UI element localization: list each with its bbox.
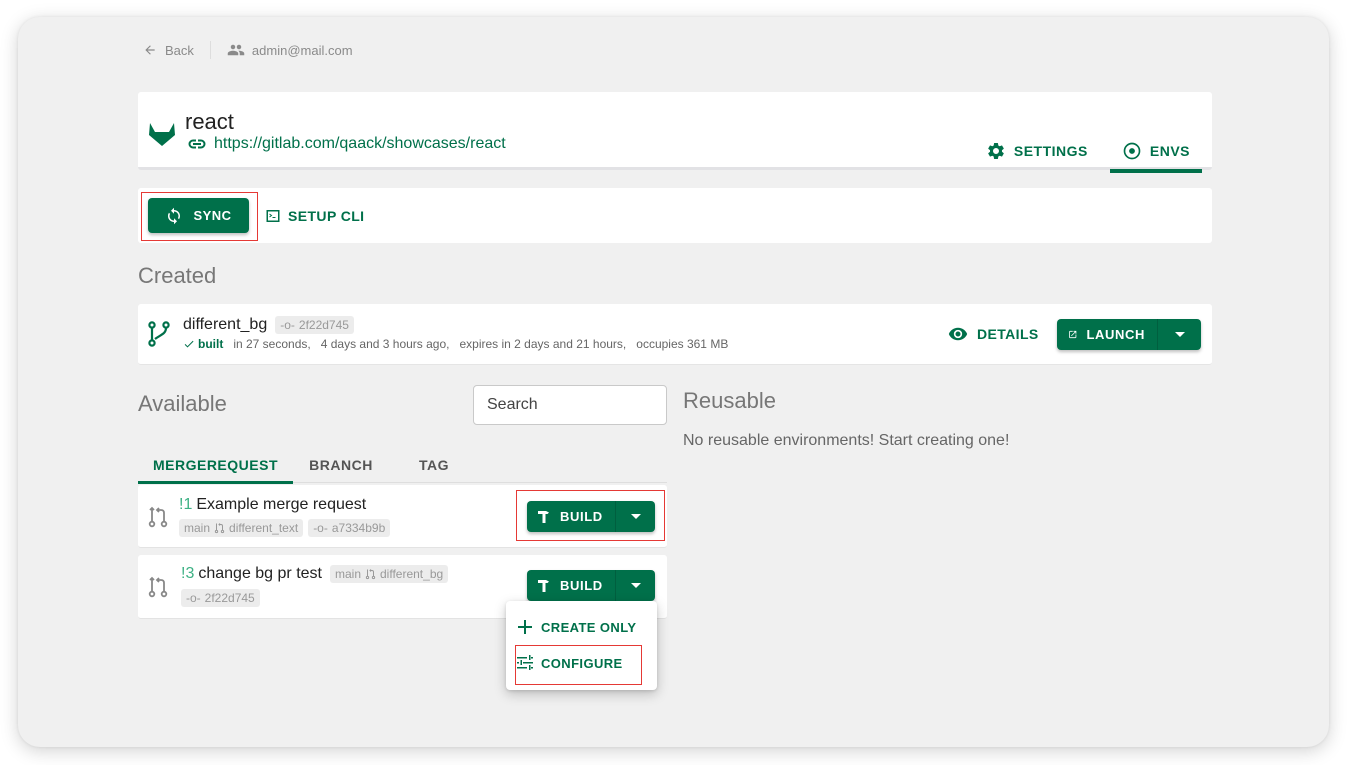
source-branch: different_bg <box>380 567 444 581</box>
mr-number: !3 <box>181 565 195 582</box>
project-name: react <box>185 109 234 134</box>
branch-chip: main different_text <box>179 519 304 537</box>
mr-title-text: Example merge request <box>196 496 367 513</box>
sync-icon <box>168 207 181 224</box>
back-button[interactable]: Back <box>143 43 194 58</box>
tab-branch[interactable]: BRANCH <box>293 447 389 483</box>
launch-split-button: LAUNCH <box>1057 319 1201 350</box>
caret-down-icon <box>630 582 641 588</box>
commit-hash: 2f22d745 <box>204 591 255 605</box>
gitlab-logo-icon <box>149 123 175 146</box>
actions-toolbar: SYNC SETUP CLI <box>138 188 1212 243</box>
gear-icon <box>988 142 1004 159</box>
menu-item-create-only[interactable]: CREATE ONLY <box>516 618 636 636</box>
build-split-button: BUILD <box>527 570 655 601</box>
details-label: DETAILS <box>977 326 1039 342</box>
branch-icon <box>148 321 170 347</box>
setup-cli-button[interactable]: SETUP CLI <box>266 198 364 233</box>
status-text: built <box>198 337 224 351</box>
target-branch: main <box>184 521 211 535</box>
terminal-icon <box>266 209 280 222</box>
merge-arrow-icon <box>365 569 376 580</box>
build-button[interactable]: BUILD <box>527 570 615 601</box>
sync-label: SYNC <box>193 208 232 223</box>
merge-request-icon <box>148 576 168 598</box>
tab-mergerequest[interactable]: MERGEREQUEST <box>138 447 293 484</box>
hammer-icon <box>538 579 549 592</box>
env-expires: expires in 2 days and 21 hours, <box>459 337 627 351</box>
configure-highlight-box <box>515 645 642 685</box>
setup-cli-label: SETUP CLI <box>288 207 365 224</box>
arrow-left-icon <box>145 45 155 55</box>
users-icon <box>227 44 245 56</box>
create-only-label: CREATE ONLY <box>541 619 637 635</box>
created-heading: Created <box>138 263 217 288</box>
commit-icon: -o- <box>186 591 201 605</box>
plus-icon <box>518 620 532 634</box>
topbar-divider <box>209 41 211 59</box>
build-highlight-box <box>516 490 665 541</box>
launch-options-toggle[interactable] <box>1157 319 1201 350</box>
mr-refs: main different_text -o- a7334b9b <box>179 519 391 537</box>
app-window: Back admin@mail.com react https://gitlab… <box>18 17 1329 747</box>
available-tabs: MERGEREQUEST BRANCH TAG <box>138 447 667 484</box>
env-size: occupies 361 MB <box>636 337 729 351</box>
project-tabs: SETTINGS ENVS <box>974 132 1203 173</box>
reusable-heading: Reusable <box>683 388 776 413</box>
project-header: react https://gitlab.com/qaack/showcases… <box>138 92 1212 173</box>
project-url-link[interactable]: https://gitlab.com/qaack/showcases/react <box>186 135 506 153</box>
top-bar: Back admin@mail.com <box>143 41 353 59</box>
user-info: admin@mail.com <box>227 41 353 59</box>
env-age: 4 days and 3 hours ago, <box>320 337 450 351</box>
details-button[interactable]: DETAILS <box>948 319 1039 349</box>
status-badge: built <box>183 337 223 351</box>
build-time: in 27 seconds, <box>233 337 311 351</box>
build-label: BUILD <box>560 578 603 593</box>
build-options-toggle[interactable] <box>615 570 655 601</box>
env-meta: built in 27 seconds, 4 days and 3 hours … <box>183 337 738 351</box>
tab-settings-label: SETTINGS <box>1013 143 1088 159</box>
commit-hash: a7334b9b <box>331 521 386 535</box>
mr-title: !1 Example merge request <box>179 496 366 514</box>
commit-hash: 2f22d745 <box>298 318 349 332</box>
mr-title-row: !1 Example merge request <box>179 496 366 514</box>
tab-envs[interactable]: ENVS <box>1109 132 1203 173</box>
commit-icon: -o- <box>280 318 295 332</box>
commit-icon: -o- <box>313 521 328 535</box>
merge-arrow-icon <box>214 523 225 534</box>
tab-envs-label: ENVS <box>1149 143 1190 159</box>
project-url: https://gitlab.com/qaack/showcases/react <box>214 135 506 152</box>
env-name: different_bg <box>183 316 268 333</box>
search-input[interactable] <box>473 385 667 425</box>
merge-request-icon <box>148 506 168 528</box>
link-icon <box>188 139 206 149</box>
mr-refs: -o- 2f22d745 <box>181 589 260 607</box>
available-heading: Available <box>138 391 227 416</box>
commit-chip: -o- 2f22d745 <box>181 589 260 607</box>
launch-label: LAUNCH <box>1086 327 1145 342</box>
source-branch: different_text <box>229 521 299 535</box>
check-icon <box>184 340 194 348</box>
back-label: Back <box>165 42 194 58</box>
created-env-card: different_bg -o- 2f22d745 built in 27 se… <box>138 304 1212 365</box>
tab-tag[interactable]: TAG <box>389 447 479 483</box>
reusable-empty-message: No reusable environments! Start creating… <box>683 432 1010 449</box>
sync-button[interactable]: SYNC <box>148 198 249 233</box>
mr-title: !3 change bg pr test <box>181 565 322 583</box>
branch-chip: main different_bg <box>329 565 449 583</box>
commit-chip: -o- 2f22d745 <box>275 316 354 334</box>
radio-target-icon <box>1123 142 1141 160</box>
env-name-row: different_bg -o- 2f22d745 <box>183 316 354 334</box>
mr-title-row: !3 change bg pr test main different_bg <box>181 565 449 583</box>
mr-title-text: change bg pr test <box>198 565 322 582</box>
commit-chip: -o- a7334b9b <box>308 519 391 537</box>
user-email: admin@mail.com <box>251 42 353 58</box>
target-branch: main <box>334 567 361 581</box>
caret-down-icon <box>1174 331 1185 337</box>
mr-number: !1 <box>179 496 193 513</box>
eye-icon <box>948 327 968 341</box>
launch-button[interactable]: LAUNCH <box>1057 319 1157 350</box>
external-link-icon <box>1069 330 1077 339</box>
tab-settings[interactable]: SETTINGS <box>974 132 1100 170</box>
